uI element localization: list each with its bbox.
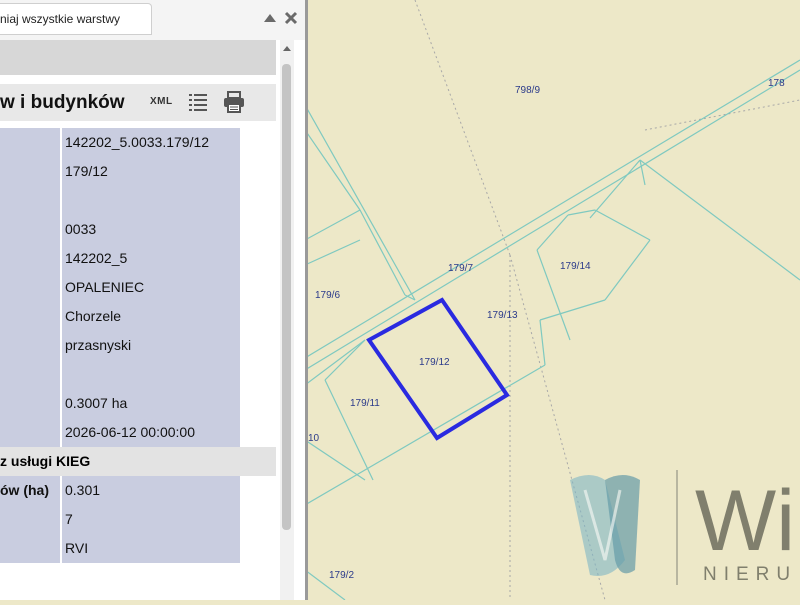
attribute-value: OPALENIEC [62, 273, 240, 302]
table-row: 0033 [0, 215, 276, 244]
table-row [0, 360, 276, 389]
attribute-value: 7 [62, 505, 240, 534]
parcel-label[interactable]: 179/11 [350, 398, 380, 409]
tab-label: niaj wszystkie warstwy [0, 12, 121, 26]
tab-show-all-layers[interactable]: niaj wszystkie warstwy [0, 3, 152, 35]
attribute-value: Chorzele [62, 302, 240, 331]
parcel-label[interactable]: 179/14 [560, 261, 591, 272]
panel-divider[interactable] [305, 0, 308, 600]
info-panel: niaj wszystkie warstwy w i budynków XML [0, 0, 305, 600]
parcel-label[interactable]: 179/13 [487, 310, 518, 321]
table-row [0, 186, 276, 215]
attribute-label: ów (ha) [0, 476, 60, 505]
section-row: z usługi KIEG [0, 447, 276, 476]
panel-subheader [0, 40, 276, 75]
xml-export-button[interactable]: XML [150, 96, 173, 107]
attribute-value: 179/12 [62, 157, 240, 186]
attribute-value: 142202_5 [62, 244, 240, 273]
attribute-value: 0033 [62, 215, 240, 244]
panel-section-header: w i budynków XML [0, 84, 276, 121]
table-row: 7 [0, 505, 276, 534]
table-row: Chorzele [0, 302, 276, 331]
attribute-table: 142202_5.0033.179/12 179/12 0033 142202_… [0, 128, 276, 563]
watermark-text: Wi [695, 473, 795, 569]
table-row: 179/12 [0, 157, 276, 186]
map-view[interactable]: 798/9 178 179/7 179/14 179/6 179/13 179/… [304, 0, 800, 601]
parcel-label[interactable]: 179/6 [315, 290, 340, 301]
attribute-label [0, 534, 60, 563]
parcel-label[interactable]: 179/2 [329, 570, 354, 581]
table-row: 2026-06-12 00:00:00 [0, 418, 276, 447]
table-row: OPALENIEC [0, 273, 276, 302]
attribute-value [62, 186, 240, 215]
parcel-label[interactable]: 798/9 [515, 85, 540, 96]
parcel-label[interactable]: 10 [308, 433, 320, 444]
attribute-value: 0.3007 ha [62, 389, 240, 418]
map-canvas[interactable]: 798/9 178 179/7 179/14 179/6 179/13 179/… [304, 0, 800, 601]
attribute-value: 0.301 [62, 476, 240, 505]
attribute-value: przasnyski [62, 331, 240, 360]
printer-icon[interactable] [222, 90, 246, 114]
table-row: przasnyski [0, 331, 276, 360]
attribute-value [62, 360, 240, 389]
parcel-label[interactable]: 179/12 [419, 357, 450, 368]
table-row: RVI [0, 534, 276, 563]
parcel-label[interactable]: 178 [768, 78, 785, 89]
attribute-value: 142202_5.0033.179/12 [62, 128, 240, 157]
section-label: z usługi KIEG [0, 453, 91, 469]
attribute-value: 2026-06-12 00:00:00 [62, 418, 240, 447]
table-row: ów (ha) 0.301 [0, 476, 276, 505]
triangle-up-icon[interactable] [262, 10, 278, 26]
list-icon[interactable] [188, 92, 208, 112]
attribute-label [0, 505, 60, 534]
table-row: 0.3007 ha [0, 389, 276, 418]
section-title: w i budynków [0, 92, 125, 113]
watermark-subtext: NIERU [703, 564, 797, 585]
scrollbar-thumb[interactable] [282, 64, 291, 530]
panel-topbar: niaj wszystkie warstwy [0, 0, 305, 40]
table-row: 142202_5.0033.179/12 [0, 128, 276, 157]
table-row: 142202_5 [0, 244, 276, 273]
attribute-value: RVI [62, 534, 240, 563]
parcel-label[interactable]: 179/7 [448, 263, 473, 274]
close-icon[interactable] [283, 10, 299, 26]
scroll-up-icon[interactable] [280, 42, 294, 56]
